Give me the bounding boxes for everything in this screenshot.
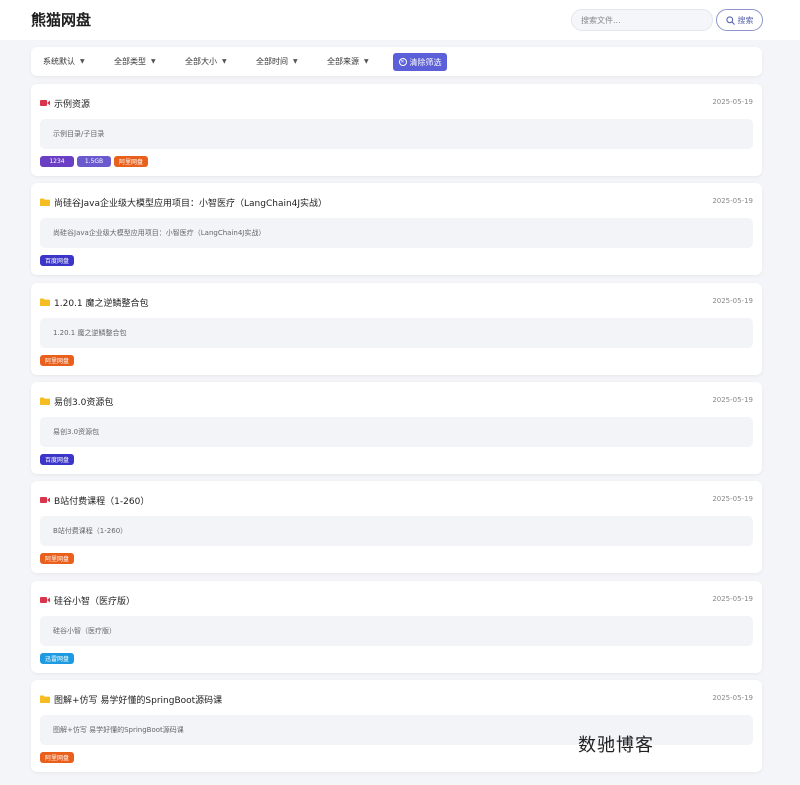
resource-card[interactable]: B站付费课程（1-260） 2025-05-19 B站付费课程（1-260） 阿里网盘: [31, 481, 762, 574]
app-header: 熊猫网盘 搜索: [0, 0, 800, 40]
resource-tags: 百度网盘: [40, 453, 75, 465]
resource-tags: 阿里网盘: [40, 553, 75, 565]
tag-size: 1.5GB: [77, 156, 111, 167]
chevron-down-icon: ▼: [80, 58, 85, 65]
tag-aliyun: 阿里网盘: [40, 751, 75, 763]
tag-baidu: 百度网盘: [40, 453, 75, 465]
resource-date: 2025-05-19: [712, 98, 753, 106]
sort-filter-label: 系统默认: [43, 57, 75, 66]
resource-date: 2025-05-19: [712, 395, 753, 404]
resource-title[interactable]: B站付费课程（1-260）: [54, 494, 149, 507]
search-button-label: 搜索: [737, 15, 754, 25]
clear-filters-label: 清除筛选: [409, 57, 442, 67]
time-filter-dropdown[interactable]: 全部时间 ▼: [256, 56, 298, 67]
type-filter-label: 全部类型: [114, 57, 146, 66]
resource-title[interactable]: 1.20.1 魔之逆鳞整合包: [54, 296, 149, 309]
resource-card[interactable]: 硅谷小智（医疗版） 2025-05-19 硅谷小智（医疗版） 迅雷网盘: [31, 580, 762, 673]
folder-icon: [40, 298, 50, 306]
folder-icon: [40, 397, 50, 405]
tag-aliyun: 阿里网盘: [114, 156, 149, 167]
search-button[interactable]: 搜索: [716, 9, 763, 31]
close-circle-icon: ✕: [398, 58, 407, 66]
resource-tags: 阿里网盘: [40, 354, 75, 366]
resource-date: 2025-05-19: [712, 693, 753, 702]
search-input[interactable]: [571, 9, 713, 31]
folder-icon: [40, 695, 50, 703]
resource-date: 2025-05-19: [712, 197, 753, 206]
folder-icon: [40, 198, 50, 207]
chevron-down-icon: ▼: [364, 58, 369, 65]
resource-title[interactable]: 图解+仿写 易学好懂的SpringBoot源码课: [54, 693, 222, 706]
resource-card[interactable]: 图解+仿写 易学好懂的SpringBoot源码课 2025-05-19 图解+仿写 …: [31, 679, 762, 772]
size-filter-label: 全部大小: [185, 57, 217, 66]
size-filter-dropdown[interactable]: 全部大小 ▼: [185, 56, 227, 67]
tag-count: 1234: [40, 156, 74, 167]
time-filter-label: 全部时间: [256, 57, 288, 66]
resource-date: 2025-05-19: [712, 495, 753, 504]
resource-card[interactable]: 尚硅谷Java企业级大模型应用项目：小智医疗（LangChain4J实战） 202…: [31, 183, 762, 276]
resource-tags: 百度网盘: [40, 255, 75, 267]
resource-tags: 迅雷网盘: [40, 652, 75, 664]
resource-date: 2025-05-19: [712, 594, 753, 603]
resource-title[interactable]: 示例资源: [54, 97, 90, 110]
sort-filter-dropdown[interactable]: 系统默认 ▼: [43, 56, 85, 67]
resource-path: 尚硅谷Java企业级大模型应用项目：小智医疗（LangChain4J实战）: [40, 218, 753, 249]
type-filter-dropdown[interactable]: 全部类型 ▼: [114, 56, 156, 67]
filter-bar: 系统默认 ▼ 全部类型 ▼ 全部大小 ▼ 全部时间 ▼ 全部来源 ▼ ✕ 清除筛…: [31, 47, 762, 76]
chevron-down-icon: ▼: [222, 58, 227, 65]
video-icon: [40, 497, 50, 504]
resource-path: 硅谷小智（医疗版）: [40, 615, 753, 646]
resource-date: 2025-05-19: [712, 296, 753, 305]
tag-xunlei: 迅雷网盘: [40, 652, 75, 664]
chevron-down-icon: ▼: [151, 58, 156, 65]
search-icon: [725, 15, 735, 25]
resource-path: B站付费课程（1-260）: [40, 516, 753, 547]
tag-aliyun: 阿里网盘: [40, 553, 75, 565]
resource-title[interactable]: 尚硅谷Java企业级大模型应用项目：小智医疗（LangChain4J实战）: [54, 196, 327, 209]
resource-card[interactable]: 示例资源 2025-05-19 示例目录/子目录 1234 1.5GB 阿里网盘: [31, 84, 762, 176]
resource-card[interactable]: 1.20.1 魔之逆鳞整合包 2025-05-19 1.20.1 魔之逆鳞整合包阿里…: [31, 282, 762, 375]
resource-path: 1.20.1 魔之逆鳞整合包: [40, 317, 753, 348]
resource-title[interactable]: 易创3.0资源包: [54, 395, 113, 408]
tag-aliyun: 阿里网盘: [40, 354, 75, 366]
source-filter-label: 全部来源: [327, 57, 359, 66]
resource-path: 示例目录/子目录: [40, 119, 753, 149]
resource-path: 易创3.0资源包: [40, 416, 753, 447]
resource-tags: 阿里网盘: [40, 751, 75, 763]
watermark: 数驰博客: [578, 735, 654, 756]
app-title: 熊猫网盘: [31, 11, 92, 29]
tag-baidu: 百度网盘: [40, 255, 75, 267]
resource-tags: 1234 1.5GB 阿里网盘: [40, 156, 149, 167]
video-icon: [40, 596, 50, 603]
resource-title[interactable]: 硅谷小智（医疗版）: [54, 594, 135, 607]
chevron-down-icon: ▼: [293, 58, 298, 65]
clear-filters-button[interactable]: ✕ 清除筛选: [393, 53, 447, 71]
source-filter-dropdown[interactable]: 全部来源 ▼: [327, 56, 369, 67]
video-icon: [40, 100, 50, 106]
resource-card[interactable]: 易创3.0资源包 2025-05-19 易创3.0资源包百度网盘: [31, 381, 762, 474]
